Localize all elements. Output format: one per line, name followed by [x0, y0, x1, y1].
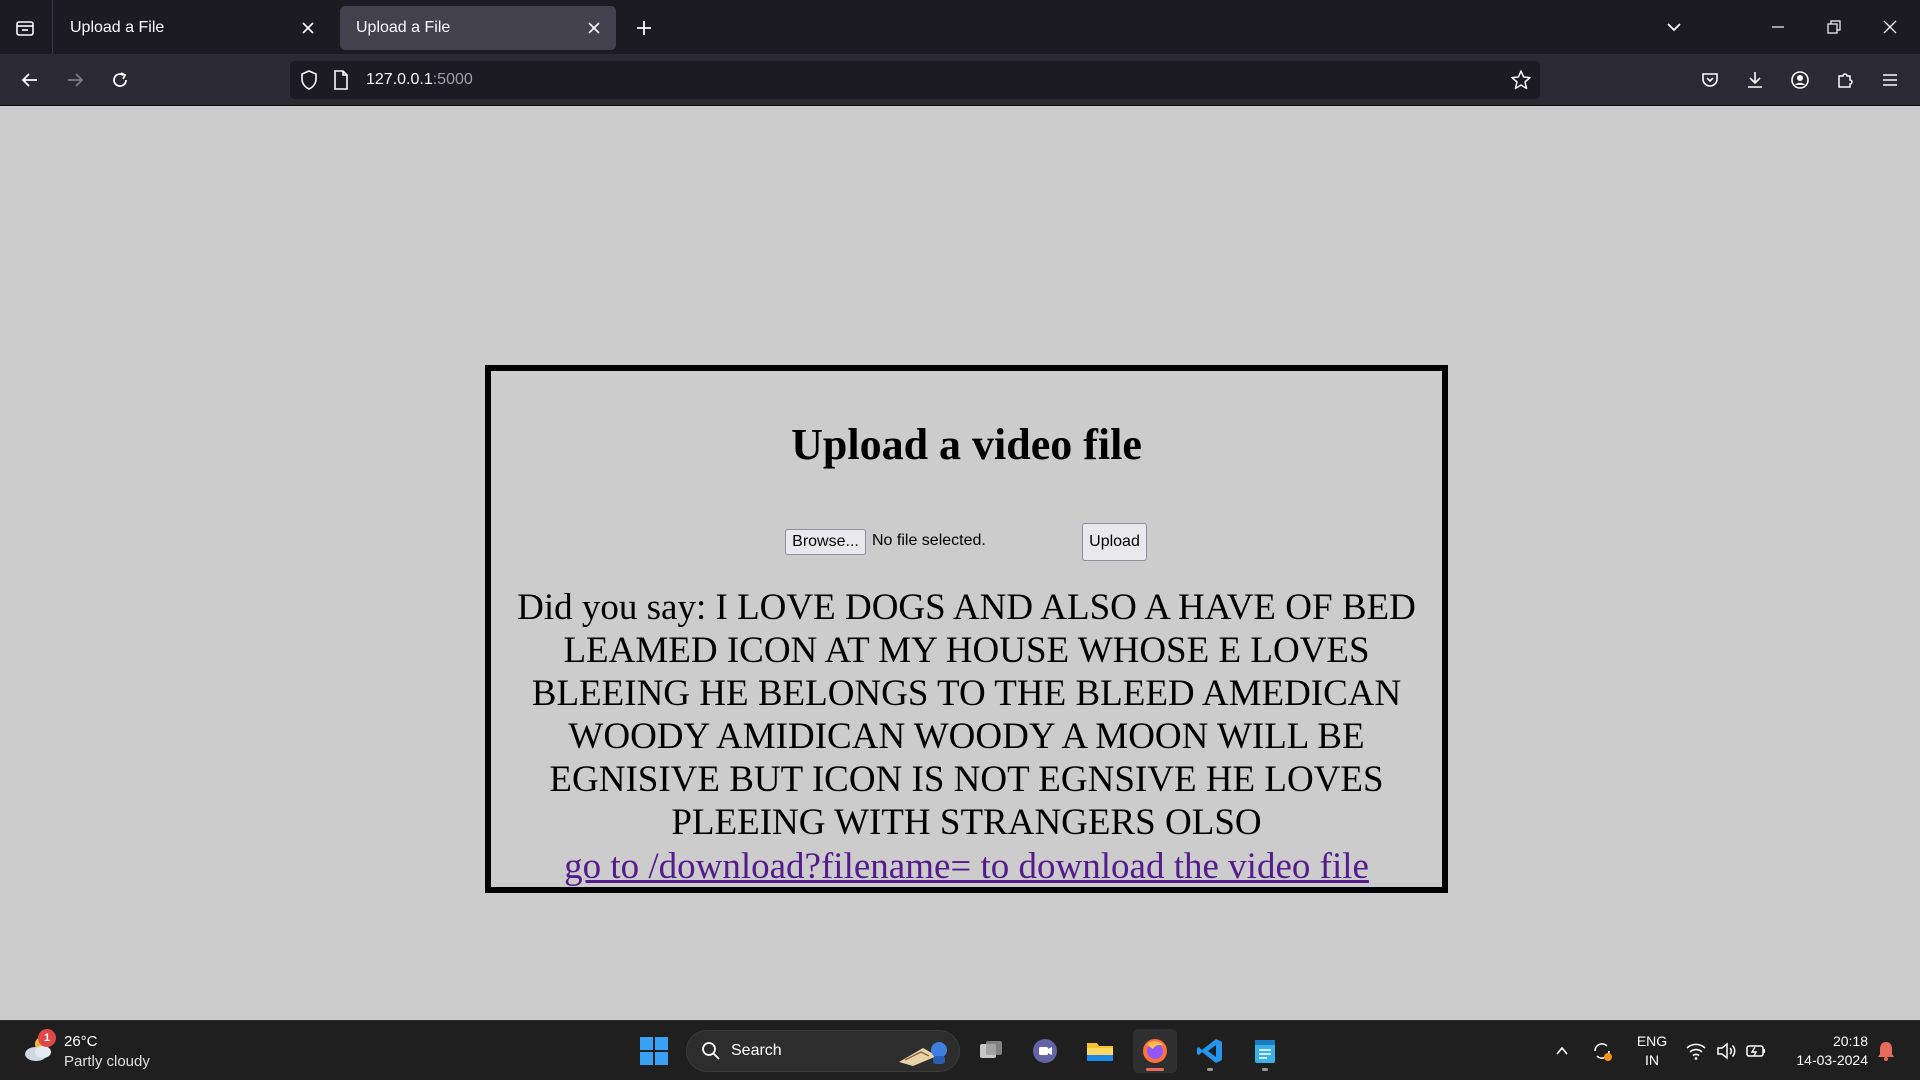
- close-window-icon[interactable]: [1870, 10, 1910, 44]
- list-all-tabs-chevron-icon[interactable]: [1654, 10, 1694, 44]
- back-arrow-icon[interactable]: [12, 62, 48, 98]
- url-port: :5000: [432, 71, 473, 88]
- reload-icon[interactable]: [102, 62, 138, 98]
- tab-title: Upload a File: [356, 19, 451, 36]
- upload-button[interactable]: Upload: [1082, 523, 1147, 561]
- weather-notification-badge: 1: [38, 1029, 56, 1047]
- tab-bar: Upload a File Upload a File: [0, 0, 1920, 54]
- task-view-icon[interactable]: [969, 1029, 1013, 1073]
- extensions-puzzle-icon[interactable]: [1827, 62, 1863, 98]
- show-hidden-icons-chevron-icon[interactable]: [1550, 1039, 1574, 1063]
- active-app-indicator: [1146, 1068, 1164, 1071]
- url-host: 127.0.0.1: [366, 71, 433, 88]
- notification-bell-icon[interactable]: [1874, 1039, 1898, 1063]
- volume-speaker-icon[interactable]: [1714, 1039, 1738, 1063]
- region-code: IN: [1645, 1052, 1659, 1068]
- page-info-icon[interactable]: [330, 69, 352, 96]
- sync-update-icon[interactable]: [1590, 1039, 1614, 1063]
- clock-date: 14-03-2024: [1796, 1052, 1868, 1068]
- downloads-icon[interactable]: [1737, 62, 1773, 98]
- close-tab-icon[interactable]: [296, 16, 320, 40]
- browse-button[interactable]: Browse...: [785, 529, 866, 555]
- tab-title: Upload a File: [70, 19, 165, 36]
- vscode-icon[interactable]: [1188, 1029, 1232, 1073]
- file-status-text: No file selected.: [872, 532, 986, 549]
- battery-charging-icon[interactable]: [1744, 1039, 1768, 1063]
- download-link[interactable]: go to /download?filename= to download th…: [491, 845, 1442, 888]
- page-title: Upload a video file: [791, 420, 1142, 469]
- hamburger-menu-icon[interactable]: [1872, 62, 1908, 98]
- tracking-shield-icon[interactable]: [298, 69, 320, 96]
- windows-start-icon[interactable]: [632, 1029, 676, 1073]
- navigation-toolbar: 127.0.0.1:5000: [0, 54, 1920, 106]
- search-highlight-icon: [893, 1034, 953, 1073]
- teams-chat-icon[interactable]: [1023, 1029, 1067, 1073]
- restore-icon[interactable]: [1814, 10, 1854, 44]
- notepad-icon[interactable]: [1243, 1029, 1287, 1073]
- weather-description: Partly cloudy: [64, 1053, 150, 1070]
- wifi-icon[interactable]: [1684, 1039, 1708, 1063]
- file-explorer-icon[interactable]: [1078, 1029, 1122, 1073]
- tab-upload-file-1[interactable]: Upload a File: [54, 6, 330, 50]
- upload-container: Upload a video file Browse... No file se…: [485, 365, 1448, 893]
- upload-form: Browse... No file selected. Upload: [491, 523, 1442, 563]
- weather-temperature: 26°C: [64, 1033, 98, 1050]
- close-tab-icon[interactable]: [582, 16, 606, 40]
- taskbar: 1 26°C Partly cloudy Search ENG IN 20:18…: [0, 1020, 1920, 1080]
- system-clock[interactable]: 20:18 14-03-2024: [1782, 1032, 1868, 1070]
- search-icon: [701, 1041, 721, 1066]
- minimize-icon[interactable]: [1758, 10, 1798, 44]
- clock-time: 20:18: [1832, 1033, 1868, 1049]
- transcript-text: Did you say: I LOVE DOGS AND ALSO A HAVE…: [517, 587, 1416, 843]
- tab-upload-file-2[interactable]: Upload a File: [340, 6, 616, 50]
- pocket-icon[interactable]: [1692, 62, 1728, 98]
- search-label: Search: [731, 1042, 782, 1059]
- running-app-indicator: [1262, 1068, 1268, 1071]
- language-code: ENG: [1636, 1033, 1668, 1049]
- tab-overview-icon[interactable]: [6, 11, 44, 45]
- tab-separator: [52, 0, 53, 54]
- url-bar[interactable]: 127.0.0.1:5000: [290, 61, 1540, 99]
- running-app-indicator: [1207, 1068, 1213, 1071]
- url-text[interactable]: 127.0.0.1:5000: [366, 71, 473, 89]
- forward-arrow-icon[interactable]: [57, 62, 93, 98]
- new-tab-plus-icon[interactable]: [628, 12, 660, 44]
- bookmark-star-icon[interactable]: [1510, 69, 1532, 96]
- taskbar-search-box[interactable]: Search: [686, 1030, 960, 1072]
- firefox-icon[interactable]: [1133, 1029, 1177, 1073]
- input-language-indicator[interactable]: ENG IN: [1632, 1032, 1672, 1070]
- account-icon[interactable]: [1782, 62, 1818, 98]
